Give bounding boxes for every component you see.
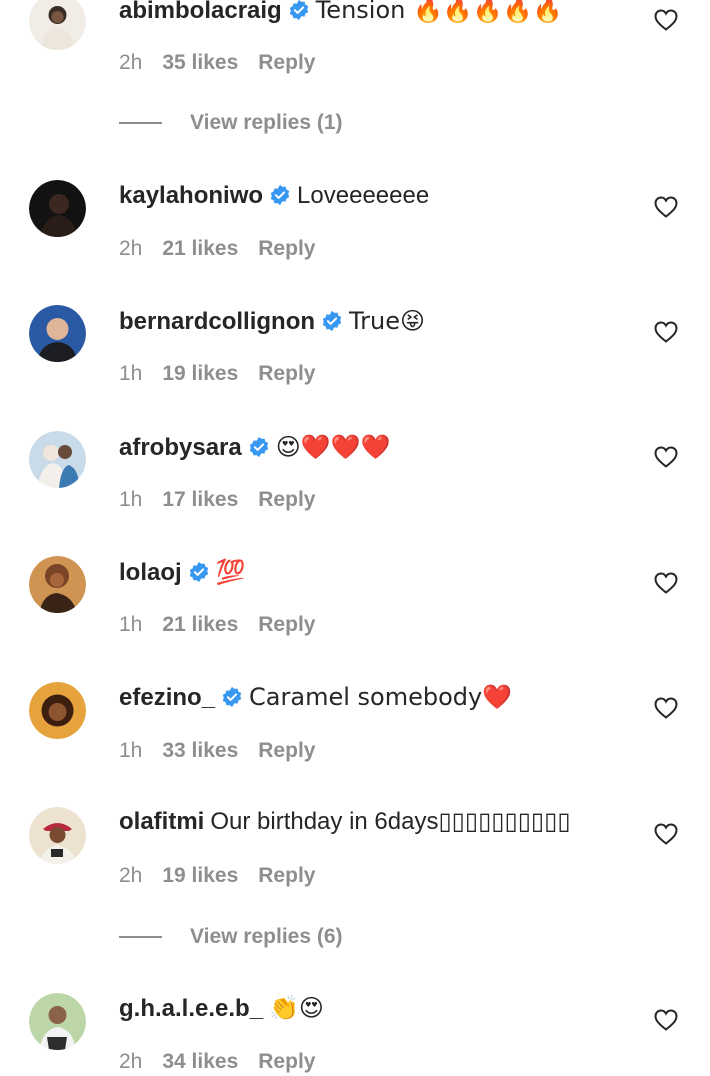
- comment-text: True😝: [349, 307, 426, 335]
- verified-badge-icon: [222, 686, 242, 708]
- avatar[interactable]: [29, 682, 86, 739]
- comment-text: 😍❤️❤️❤️: [275, 433, 391, 461]
- view-replies-button[interactable]: View replies (6): [119, 922, 343, 952]
- avatar[interactable]: [29, 431, 86, 488]
- comment-text: 💯: [215, 558, 246, 586]
- username[interactable]: olafitmi: [119, 808, 204, 835]
- heart-icon[interactable]: [654, 697, 678, 719]
- avatar[interactable]: [29, 305, 86, 362]
- avatar[interactable]: [29, 993, 86, 1050]
- divider-line: [119, 122, 162, 125]
- comment-text: Loveeeeeee: [297, 182, 430, 209]
- verified-badge-icon: [249, 436, 268, 458]
- reply-button[interactable]: Reply: [258, 862, 315, 890]
- timestamp: 2h: [119, 51, 143, 74]
- heart-icon[interactable]: [654, 572, 678, 594]
- comment-text: Caramel somebody❤️: [249, 683, 513, 711]
- reply-button[interactable]: Reply: [258, 360, 315, 388]
- username[interactable]: abimbolacraig: [119, 0, 282, 24]
- comment-text: 👏😍: [269, 994, 324, 1022]
- likes-count[interactable]: 21 likes: [162, 611, 238, 639]
- comment-text: Our birthday in 6days▯▯▯▯▯▯▯▯▯▯: [210, 808, 571, 835]
- reply-button[interactable]: Reply: [258, 235, 315, 263]
- timestamp: 1h: [119, 613, 143, 636]
- username[interactable]: bernardcollignon: [119, 308, 315, 335]
- avatar[interactable]: [29, 556, 86, 613]
- view-replies-label[interactable]: View replies (1): [190, 111, 343, 134]
- heart-icon[interactable]: [654, 321, 678, 343]
- verified-badge-icon: [189, 561, 208, 583]
- timestamp: 1h: [119, 488, 143, 511]
- username[interactable]: efezino_: [119, 684, 215, 711]
- view-replies-label[interactable]: View replies (6): [190, 925, 343, 948]
- likes-count[interactable]: 34 likes: [162, 1048, 238, 1076]
- username[interactable]: lolaoj: [119, 559, 182, 586]
- heart-icon[interactable]: [654, 1009, 678, 1031]
- username[interactable]: kaylahoniwo: [119, 182, 263, 209]
- timestamp: 2h: [119, 1050, 143, 1073]
- heart-icon[interactable]: [654, 446, 678, 468]
- timestamp: 2h: [119, 864, 143, 887]
- username[interactable]: g.h.a.l.e.e.b_: [119, 995, 263, 1022]
- timestamp: 1h: [119, 739, 143, 762]
- timestamp: 1h: [119, 362, 143, 385]
- likes-count[interactable]: 35 likes: [162, 49, 238, 77]
- verified-badge-icon: [270, 184, 290, 206]
- likes-count[interactable]: 21 likes: [162, 235, 238, 263]
- timestamp: 2h: [119, 237, 143, 260]
- heart-icon[interactable]: [654, 196, 678, 218]
- reply-button[interactable]: Reply: [258, 737, 315, 765]
- likes-count[interactable]: 19 likes: [162, 862, 238, 890]
- reply-button[interactable]: Reply: [258, 486, 315, 514]
- likes-count[interactable]: 19 likes: [162, 360, 238, 388]
- reply-button[interactable]: Reply: [258, 611, 315, 639]
- reply-button[interactable]: Reply: [258, 1048, 315, 1076]
- avatar[interactable]: [29, 180, 86, 237]
- likes-count[interactable]: 17 likes: [162, 486, 238, 514]
- verified-badge-icon: [322, 310, 342, 332]
- avatar[interactable]: [29, 807, 86, 864]
- avatar[interactable]: [29, 0, 86, 50]
- likes-count[interactable]: 33 likes: [162, 737, 238, 765]
- comment-text: Tension 🔥🔥🔥🔥🔥: [315, 0, 563, 24]
- divider-line: [119, 936, 162, 939]
- heart-icon[interactable]: [654, 823, 678, 845]
- verified-badge-icon: [289, 0, 308, 21]
- view-replies-button[interactable]: View replies (1): [119, 108, 343, 138]
- heart-icon[interactable]: [654, 9, 678, 31]
- username[interactable]: afrobysara: [119, 434, 242, 461]
- reply-button[interactable]: Reply: [258, 49, 315, 77]
